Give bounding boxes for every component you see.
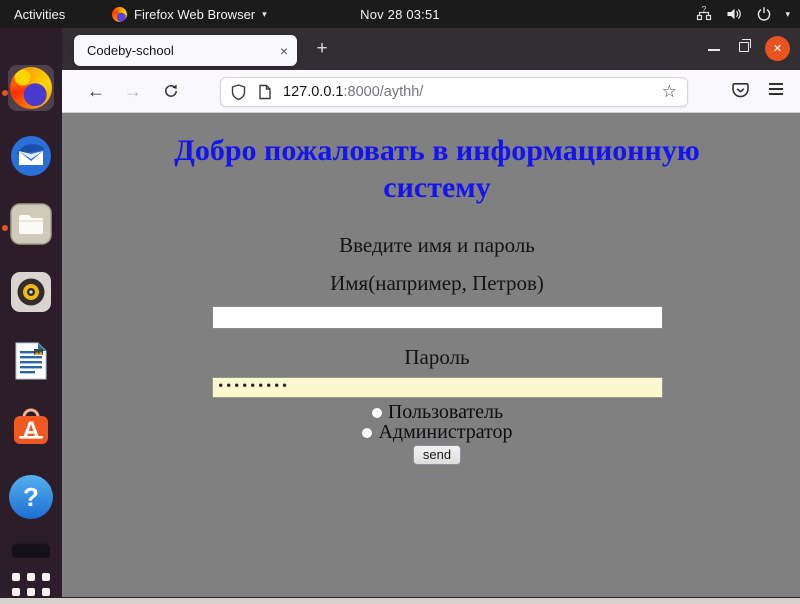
password-input[interactable]: ••••••••• <box>212 377 663 398</box>
tab-title: Codeby-school <box>87 43 174 58</box>
send-button[interactable]: send <box>413 445 461 465</box>
name-input[interactable] <box>212 306 663 329</box>
dock-item-files[interactable] <box>8 201 54 247</box>
system-top-bar: Activities Firefox Web Browser ▾ Nov 28 … <box>0 0 800 28</box>
page-info-icon[interactable] <box>258 84 272 100</box>
dock-item-libreoffice-writer[interactable] <box>8 338 54 384</box>
radio-admin[interactable] <box>361 427 373 439</box>
back-button[interactable]: ← <box>83 78 109 104</box>
files-icon <box>9 202 53 246</box>
window-minimize-button[interactable] <box>708 49 720 51</box>
radio-user[interactable] <box>371 407 383 419</box>
page-title: Добро пожаловать в информационную систем… <box>127 133 747 206</box>
system-tray[interactable]: ? ▾ <box>696 6 790 22</box>
window-bottom-edge <box>0 598 800 604</box>
password-label: Пароль <box>74 345 800 370</box>
url-text: 127.0.0.1:8000/aythh/ <box>283 84 423 100</box>
thunderbird-icon <box>9 134 53 178</box>
url-bar[interactable]: 127.0.0.1:8000/aythh/ ☆ <box>220 77 688 107</box>
radio-admin-label: Администратор <box>378 421 512 443</box>
svg-text:A: A <box>22 417 39 444</box>
bookmark-star-icon[interactable]: ☆ <box>662 82 677 102</box>
ubuntu-software-icon: A <box>9 407 53 451</box>
clock[interactable]: Nov 28 03:51 <box>0 7 800 22</box>
dock: A ? <box>0 28 62 598</box>
pocket-icon[interactable] <box>731 81 750 105</box>
volume-icon <box>726 6 743 22</box>
reload-button[interactable] <box>158 78 184 104</box>
rhythmbox-icon <box>9 270 53 314</box>
dock-item-firefox[interactable] <box>8 65 54 111</box>
page-content: Добро пожаловать в информационную систем… <box>62 113 800 597</box>
firefox-window: Codeby-school × + × ← → <box>62 28 800 598</box>
navigation-toolbar: ← → 127.0.0.1:8000/aythh/ ☆ <box>62 70 800 113</box>
radio-row-user[interactable]: Пользователь <box>74 403 800 422</box>
network-question-icon: ? <box>696 6 713 22</box>
screen: Activities Firefox Web Browser ▾ Nov 28 … <box>0 0 800 604</box>
window-restore-button[interactable] <box>739 42 749 52</box>
radio-row-admin[interactable]: Администратор <box>74 423 800 442</box>
tab-close-icon[interactable]: × <box>280 44 288 58</box>
name-label: Имя(например, Петров) <box>74 271 800 296</box>
svg-text:?: ? <box>702 6 707 14</box>
new-tab-button[interactable]: + <box>310 37 334 61</box>
shield-icon[interactable] <box>231 84 246 101</box>
caret-down-icon: ▾ <box>785 9 790 20</box>
power-icon <box>756 6 772 22</box>
tab-codeby-school[interactable]: Codeby-school × <box>74 35 297 66</box>
dock-item-help[interactable]: ? <box>8 474 54 520</box>
dock-item-thunderbird[interactable] <box>8 133 54 179</box>
menu-icon[interactable] <box>769 83 783 95</box>
dock-item-rhythmbox[interactable] <box>8 269 54 315</box>
help-icon: ? <box>9 475 53 519</box>
forward-button[interactable]: → <box>120 78 146 104</box>
tab-bar: Codeby-school × + × <box>62 28 800 70</box>
trash-icon[interactable] <box>12 542 50 558</box>
firefox-icon <box>10 67 52 109</box>
window-close-button[interactable]: × <box>765 36 790 61</box>
dock-item-ubuntu-software[interactable]: A <box>8 406 54 452</box>
radio-user-label: Пользователь <box>388 401 503 423</box>
subtitle: Введите имя и пароль <box>74 233 800 258</box>
libreoffice-writer-icon <box>9 339 53 383</box>
